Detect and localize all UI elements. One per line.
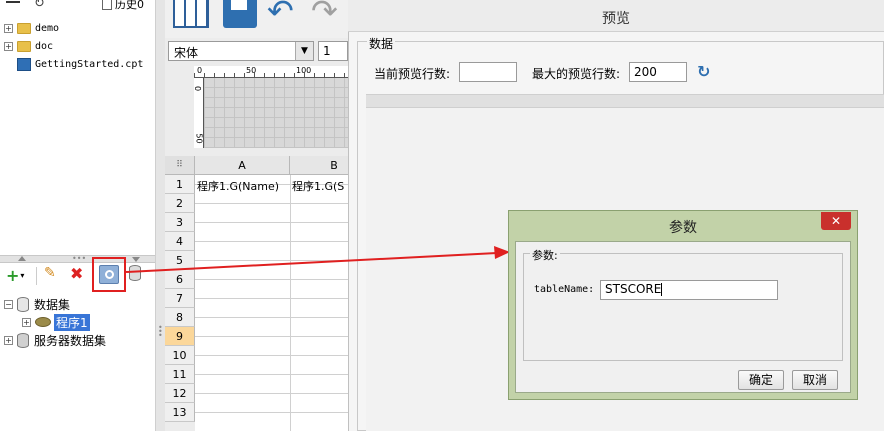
table-name-input[interactable]: STSCORE: [600, 280, 778, 300]
table-name-label: tableName:: [534, 284, 595, 295]
dialog-title: 参数: [669, 220, 697, 236]
close-icon[interactable]: ✕: [821, 212, 851, 230]
parameter-dialog: 参数 ✕ 参数: tableName: STSCORE 确定 取消: [508, 210, 858, 400]
text-cursor: [661, 283, 663, 296]
ok-button[interactable]: 确定: [738, 370, 784, 390]
dialog-titlebar[interactable]: 参数 ✕: [509, 211, 857, 239]
dialog-body: 参数: tableName: STSCORE 确定 取消: [515, 241, 851, 393]
param-group: 参数:: [523, 247, 843, 361]
param-group-label: 参数:: [530, 247, 560, 263]
cancel-button[interactable]: 取消: [792, 370, 838, 390]
table-name-value: STSCORE: [605, 282, 662, 296]
